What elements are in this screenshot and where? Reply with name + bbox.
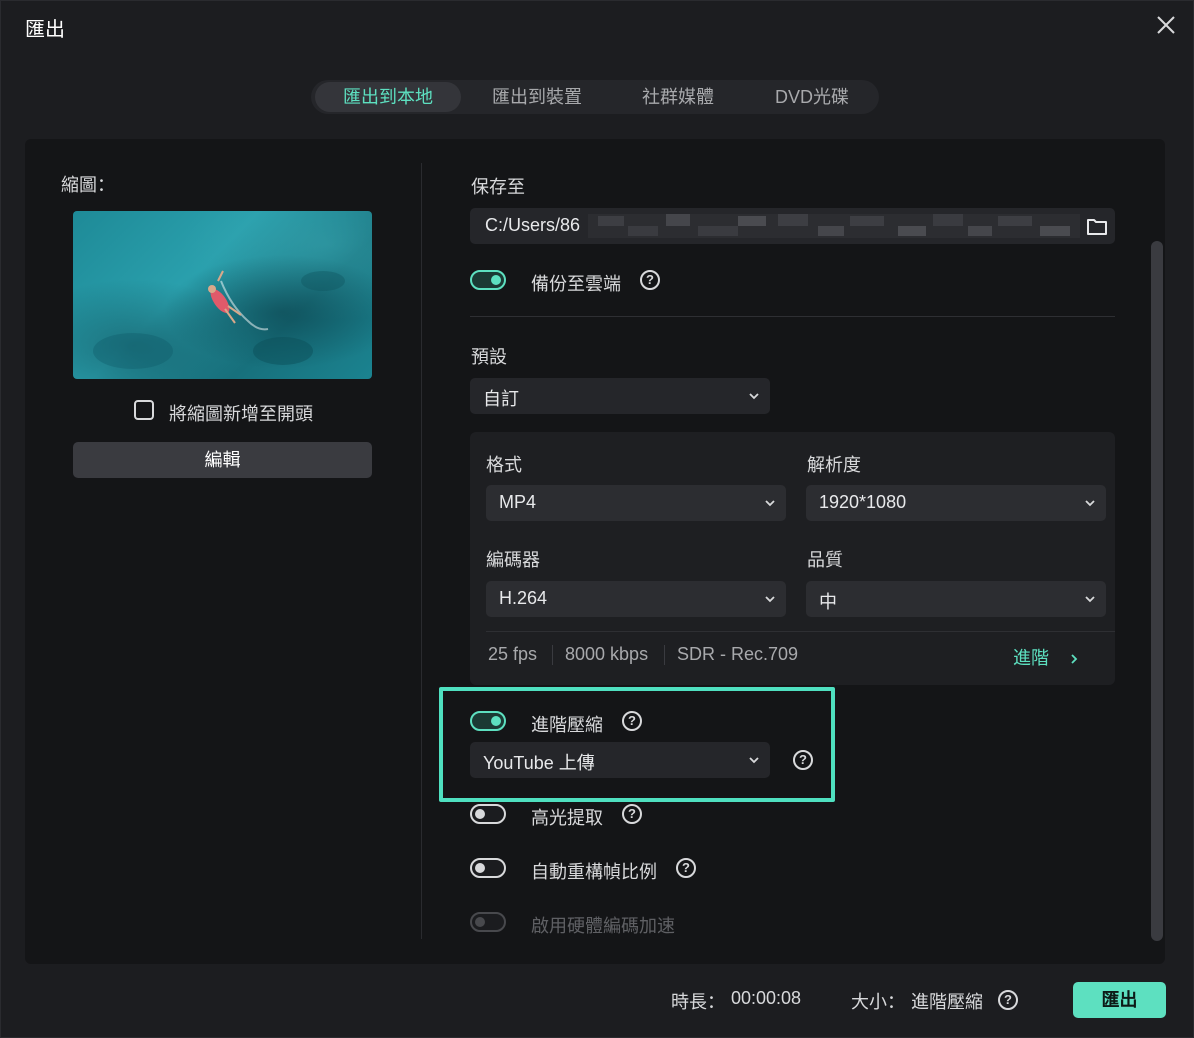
thumbnail-image bbox=[73, 211, 372, 379]
chevron-down-icon bbox=[765, 500, 775, 507]
color-info: SDR - Rec.709 bbox=[677, 644, 799, 664]
chevron-down-icon bbox=[765, 596, 775, 603]
cloud-backup-toggle[interactable] bbox=[470, 270, 506, 290]
chevron-down-icon bbox=[749, 393, 759, 400]
help-icon[interactable]: ? bbox=[998, 990, 1018, 1010]
export-tabs: 匯出到本地 匯出到裝置 社群媒體 DVD光碟 bbox=[311, 80, 879, 114]
section-divider bbox=[470, 316, 1115, 317]
tab-dvd[interactable]: DVD光碟 bbox=[749, 82, 875, 112]
tab-export-device[interactable]: 匯出到裝置 bbox=[467, 82, 607, 112]
quality-value: 中 bbox=[819, 592, 837, 612]
info-separator bbox=[664, 645, 665, 665]
panel-divider bbox=[421, 163, 422, 939]
help-icon[interactable]: ? bbox=[622, 804, 642, 824]
subpanel-divider bbox=[486, 631, 1115, 632]
preset-select[interactable]: 自訂 bbox=[470, 378, 770, 414]
encoder-value: H.264 bbox=[499, 588, 548, 608]
bitrate-info: 8000 kbps bbox=[565, 644, 649, 664]
resolution-select[interactable]: 1920*1080 bbox=[806, 485, 1106, 521]
cloud-backup-label: 備份至雲端 bbox=[531, 274, 621, 294]
add-thumbnail-label: 將縮圖新增至開頭 bbox=[169, 404, 313, 424]
dialog-title: 匯出 bbox=[25, 19, 65, 41]
save-path-field[interactable]: C:/Users/86 bbox=[470, 208, 1115, 244]
auto-reframe-label: 自動重構幀比例 bbox=[531, 862, 657, 882]
encoder-label: 編碼器 bbox=[486, 550, 540, 570]
chevron-down-icon bbox=[1085, 596, 1095, 603]
info-separator bbox=[552, 645, 553, 665]
toggle-knob bbox=[491, 275, 501, 285]
format-value: MP4 bbox=[499, 492, 537, 512]
quality-select[interactable]: 中 bbox=[806, 581, 1106, 617]
toggle-knob bbox=[475, 809, 485, 819]
tab-export-local[interactable]: 匯出到本地 bbox=[315, 82, 461, 112]
thumbnail-label: 縮圖： bbox=[61, 175, 115, 195]
fps-info: 25 fps bbox=[488, 644, 538, 664]
highlight-extract-label: 高光提取 bbox=[531, 808, 603, 828]
add-thumbnail-checkbox[interactable] bbox=[134, 400, 154, 420]
size-value: 進階壓縮 bbox=[911, 992, 983, 1012]
format-select[interactable]: MP4 bbox=[486, 485, 786, 521]
hw-accel-label: 啟用硬體編碼加速 bbox=[531, 916, 675, 936]
tab-social-media[interactable]: 社群媒體 bbox=[613, 82, 743, 112]
auto-reframe-toggle[interactable] bbox=[470, 858, 506, 878]
folder-icon[interactable] bbox=[1086, 216, 1108, 236]
help-icon[interactable]: ? bbox=[676, 858, 696, 878]
save-to-label: 保存至 bbox=[471, 177, 525, 197]
resolution-label: 解析度 bbox=[807, 455, 861, 475]
export-button[interactable]: 匯出 bbox=[1073, 982, 1166, 1018]
hw-accel-toggle bbox=[470, 912, 506, 932]
chevron-down-icon bbox=[1085, 500, 1095, 507]
resolution-value: 1920*1080 bbox=[819, 492, 907, 512]
preset-label: 預設 bbox=[471, 347, 507, 367]
export-dialog: 匯出 匯出到本地 匯出到裝置 社群媒體 DVD光碟 縮圖： 將縮圖新增至開頭 編… bbox=[0, 0, 1194, 1038]
highlight-annotation bbox=[439, 687, 835, 802]
close-icon[interactable] bbox=[1153, 12, 1179, 38]
advanced-label: 進階 bbox=[1013, 648, 1049, 668]
save-path-value: C:/Users/86 bbox=[485, 215, 581, 235]
duration-value: 00:00:08 bbox=[731, 988, 802, 1008]
preset-value: 自訂 bbox=[483, 389, 519, 409]
toggle-knob bbox=[475, 917, 485, 927]
edit-thumbnail-button[interactable]: 編輯 bbox=[73, 442, 372, 478]
advanced-settings-link[interactable]: 進階 bbox=[1013, 644, 1080, 670]
size-label: 大小： bbox=[851, 992, 905, 1012]
scrollbar[interactable] bbox=[1151, 241, 1163, 941]
chevron-right-icon bbox=[1071, 654, 1078, 664]
toggle-knob bbox=[475, 863, 485, 873]
redacted-path bbox=[588, 214, 1080, 238]
highlight-extract-toggle[interactable] bbox=[470, 804, 506, 824]
encoder-select[interactable]: H.264 bbox=[486, 581, 786, 617]
format-label: 格式 bbox=[486, 455, 522, 475]
duration-label: 時長： bbox=[671, 992, 725, 1012]
help-icon[interactable]: ? bbox=[640, 270, 660, 290]
quality-label: 品質 bbox=[807, 550, 843, 570]
